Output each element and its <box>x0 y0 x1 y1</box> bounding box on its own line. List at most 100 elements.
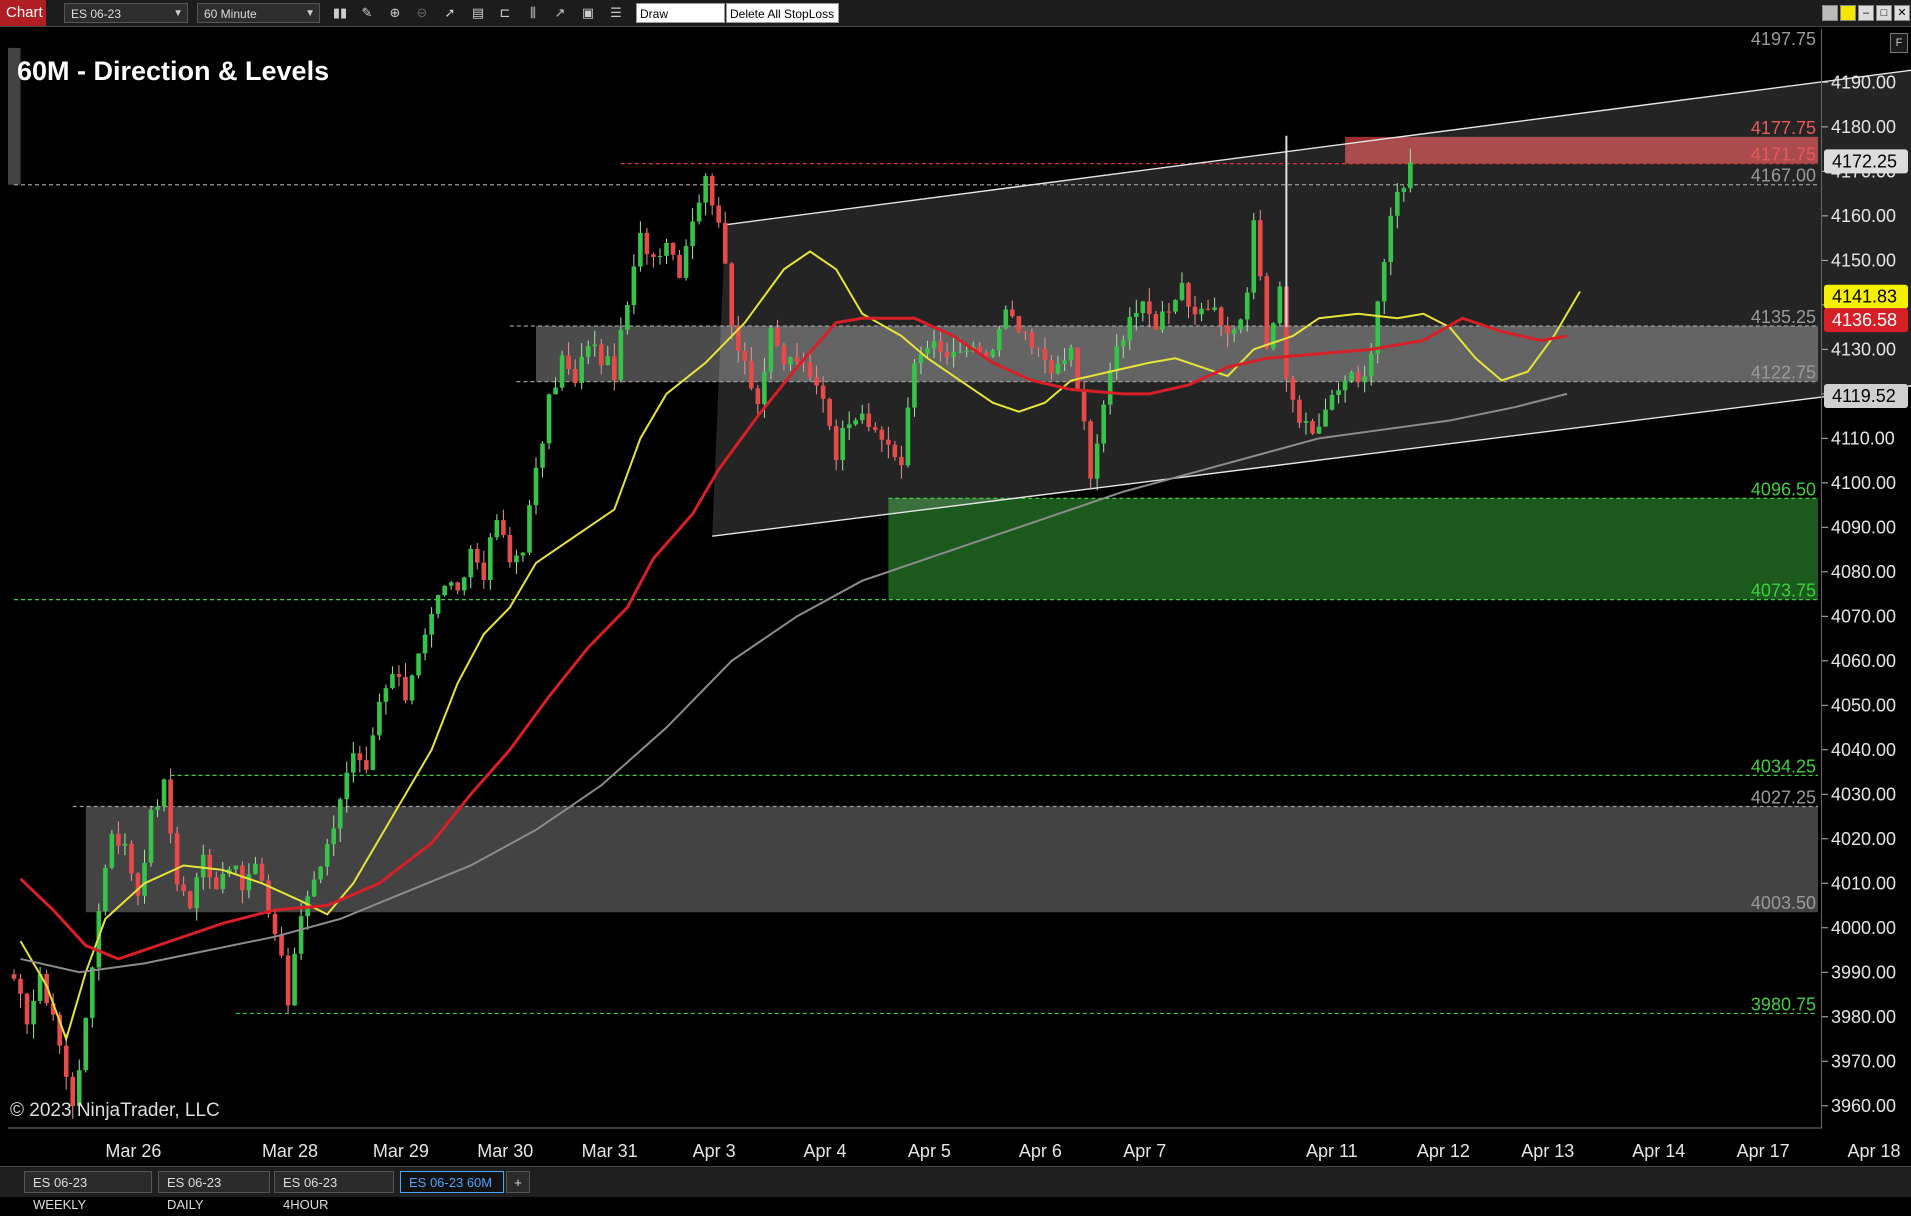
level-label: 4167.00 <box>1751 166 1816 186</box>
candle <box>174 833 180 885</box>
candle <box>1231 329 1237 334</box>
flip-axis-button[interactable]: F <box>1890 33 1908 53</box>
level-label: 4171.75 <box>1751 145 1816 165</box>
candlestick-chart[interactable]: 4197.75 4177.75 4171.754167.00 4135.25 4122.… <box>0 0 1911 1166</box>
candle <box>1336 390 1341 396</box>
candle <box>337 799 343 829</box>
candle <box>742 350 748 361</box>
candle <box>1127 316 1133 341</box>
candle <box>1355 372 1361 383</box>
candle <box>1120 340 1126 347</box>
candle <box>1068 347 1074 361</box>
candle <box>494 520 500 538</box>
y-tick-label: 4050.00 <box>1831 695 1896 715</box>
candle <box>605 356 611 366</box>
candle <box>873 427 878 430</box>
y-tick-label: 4130.00 <box>1831 339 1896 359</box>
candle <box>1199 308 1204 315</box>
candle <box>187 891 193 909</box>
candle <box>762 371 767 405</box>
candle <box>409 675 415 701</box>
candle <box>1153 314 1159 330</box>
candle <box>533 467 539 506</box>
y-tick-label: 4000.00 <box>1831 918 1896 938</box>
price-badge-label: 4172.25 <box>1832 151 1897 171</box>
candle <box>1010 309 1015 317</box>
candle <box>1323 409 1328 427</box>
candle <box>1303 421 1309 423</box>
candle <box>709 175 715 206</box>
candle <box>429 613 434 635</box>
candle <box>1094 443 1100 479</box>
x-tick-label: Mar 31 <box>582 1141 638 1161</box>
tab-daily[interactable]: ES 06-23 DAILY <box>158 1171 270 1212</box>
candle <box>807 362 813 378</box>
x-tick-label: Apr 7 <box>1123 1141 1166 1161</box>
x-tick-label: Apr 5 <box>908 1141 951 1161</box>
candle <box>755 388 761 405</box>
candle <box>625 305 630 330</box>
candle <box>1088 421 1093 479</box>
candle <box>442 585 447 596</box>
candle <box>827 398 832 427</box>
y-tick-label: 4080.00 <box>1831 562 1896 582</box>
candle <box>716 205 721 223</box>
candle <box>657 255 663 258</box>
zone-3 <box>888 498 1818 600</box>
candle <box>109 833 115 868</box>
candle <box>1401 188 1407 192</box>
candle <box>618 329 624 380</box>
candle <box>866 413 872 428</box>
candle <box>820 385 826 399</box>
y-tick-label: 4180.00 <box>1831 117 1896 137</box>
x-tick-label: Mar 30 <box>477 1141 533 1161</box>
candle <box>1160 311 1165 330</box>
candle <box>90 967 95 1018</box>
candle <box>455 582 460 591</box>
candle <box>1251 220 1257 293</box>
candle <box>638 232 643 267</box>
candle <box>957 351 963 353</box>
candle <box>331 828 337 845</box>
candle <box>651 254 656 257</box>
level-label: 4034.25 <box>1751 756 1816 776</box>
candle <box>200 854 206 878</box>
price-badge-label: 4141.83 <box>1832 287 1897 307</box>
candle <box>253 863 258 875</box>
candle <box>1408 162 1413 189</box>
candle <box>396 674 402 677</box>
candle <box>324 844 330 867</box>
candle <box>63 1045 69 1077</box>
candle <box>833 426 839 461</box>
tab-60m[interactable]: ES 06-23 60M <box>400 1171 504 1193</box>
candle <box>142 862 147 896</box>
candle <box>631 266 637 306</box>
y-tick-label: 4160.00 <box>1831 206 1896 226</box>
candle <box>775 327 780 346</box>
candle <box>1107 370 1113 405</box>
x-tick-label: Apr 3 <box>693 1141 736 1161</box>
x-tick-label: Apr 6 <box>1019 1141 1062 1161</box>
add-tab-button[interactable]: + <box>506 1171 530 1193</box>
candle <box>990 350 996 357</box>
level-label: 3980.75 <box>1751 994 1816 1014</box>
candle <box>788 357 793 365</box>
candle <box>422 634 428 654</box>
candle <box>677 254 682 278</box>
candle <box>161 779 167 807</box>
tab-weekly[interactable]: ES 06-23 WEEKLY <box>24 1171 152 1212</box>
candle <box>794 357 800 363</box>
candle <box>168 779 173 834</box>
price-badge-label: 4119.52 <box>1832 386 1896 406</box>
candle <box>1029 332 1035 348</box>
candle <box>1362 376 1367 383</box>
tab-4hour[interactable]: ES 06-23 4HOUR <box>274 1171 394 1212</box>
y-tick-label: 4070.00 <box>1831 606 1896 626</box>
candle <box>840 428 845 461</box>
y-tick-label: 4020.00 <box>1831 829 1896 849</box>
candle <box>520 552 526 556</box>
candle <box>1147 301 1152 315</box>
candle <box>1179 283 1185 300</box>
candle <box>1140 301 1146 314</box>
candle <box>1329 395 1335 410</box>
